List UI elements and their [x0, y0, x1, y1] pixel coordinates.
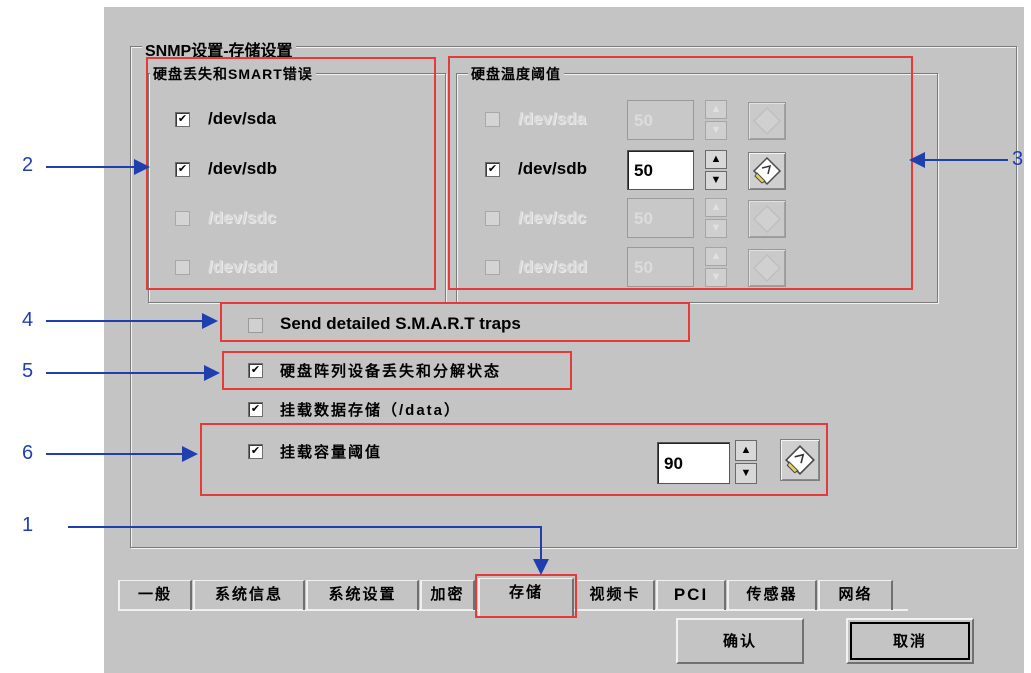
callout-2: 2 [22, 154, 34, 176]
callout-4: 4 [22, 309, 34, 331]
callout-5: 5 [22, 360, 34, 382]
callout-6: 6 [22, 442, 34, 464]
arrow-icon [68, 526, 549, 575]
callout-arrows [46, 152, 1008, 575]
callout-1: 1 [22, 514, 34, 536]
callout-3: 3 [1012, 148, 1024, 170]
